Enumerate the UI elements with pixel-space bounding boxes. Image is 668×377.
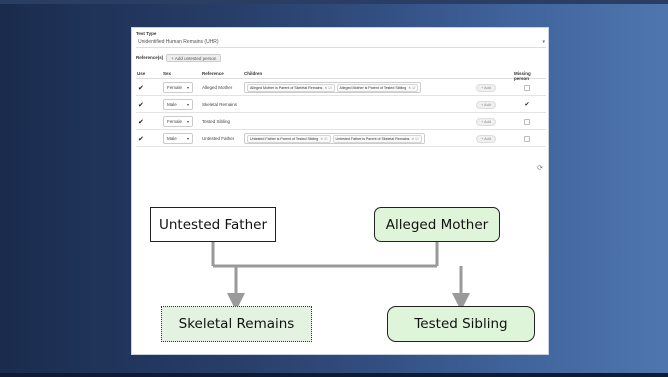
chevron-down-icon: ▾ <box>186 102 189 107</box>
table-row: ✔ Male ▾ Untested Father Untested Father… <box>136 130 546 147</box>
node-skeletal-remains[interactable]: Skeletal Remains <box>161 306 312 342</box>
chevron-down-icon: ▾ <box>186 136 189 141</box>
table-header: Use Sex Reference Children Missing perso… <box>136 70 546 81</box>
children-field[interactable]: Untested Father is Parent of Tested Sibl… <box>244 133 425 144</box>
table-row: ✔ Female ▾ Alleged Mother Alleged Mother… <box>136 79 546 96</box>
add-child-button[interactable]: + Add <box>476 83 496 92</box>
refresh-icon[interactable]: ⟳ <box>537 164 543 172</box>
reference-name: Skeletal Remains <box>202 102 238 107</box>
child-chip-label: Alleged Mother is Parent of Tested Sibli… <box>339 85 407 90</box>
missing-person-checkbox[interactable] <box>524 118 530 125</box>
references-label: Reference(s) <box>136 55 164 60</box>
add-child-button[interactable]: + Add <box>476 134 496 143</box>
sex-select[interactable]: Male ▾ <box>163 99 193 110</box>
table-row: ✔ Male ▾ Skeletal Remains + Add ✔ <box>136 96 546 113</box>
test-type-value: Unidentified Human Remains (UHR) <box>138 39 219 45</box>
add-untested-person-button[interactable]: + Add untested person <box>166 53 222 62</box>
child-chip[interactable]: Alleged Mother is Parent of Tested Sibli… <box>336 83 419 92</box>
add-child-button[interactable]: + Add <box>476 100 496 109</box>
missing-person-checkbox[interactable] <box>524 135 530 142</box>
sex-value: Female <box>167 85 183 90</box>
use-checkbox[interactable]: ✔ <box>138 101 144 109</box>
sex-select[interactable]: Female ▾ <box>163 116 193 127</box>
close-icon[interactable]: ✕ ☑ <box>320 137 327 141</box>
use-checkbox[interactable]: ✔ <box>138 135 144 143</box>
add-child-button[interactable]: + Add <box>476 117 496 126</box>
child-chip[interactable]: Untested Father is Parent of Tested Sibl… <box>247 134 331 143</box>
chevron-down-icon: ▾ <box>186 85 189 90</box>
use-checkbox[interactable]: ✔ <box>138 84 144 92</box>
child-chip[interactable]: Alleged Mother is Parent of Skeletal Rem… <box>247 83 335 92</box>
sex-value: Female <box>167 119 183 124</box>
reference-name: Untested Father <box>202 136 235 141</box>
sex-select[interactable]: Male ▾ <box>163 133 193 144</box>
references-row: Reference(s) + Add untested person <box>136 53 222 62</box>
sex-select[interactable]: Female ▾ <box>163 82 193 93</box>
references-table: Use Sex Reference Children Missing perso… <box>136 70 546 147</box>
child-chip-label: Untested Father is Parent of Tested Sibl… <box>250 136 319 141</box>
close-icon[interactable]: ✕ ☑ <box>408 86 415 90</box>
reference-name: Tested Sibling <box>202 119 231 124</box>
node-untested-father[interactable]: Untested Father <box>150 207 276 242</box>
chevron-down-icon: ▾ <box>186 119 189 124</box>
missing-person-checkbox[interactable] <box>524 84 530 91</box>
use-checkbox[interactable]: ✔ <box>138 118 144 126</box>
child-chip[interactable]: Untested Father is Parent of Skeletal Re… <box>332 134 422 143</box>
close-icon[interactable]: ✕ ☑ <box>411 137 418 141</box>
header-reference: Reference <box>202 71 224 76</box>
pedigree-diagram: Untested Father Alleged Mother Skeletal … <box>132 178 550 356</box>
header-sex: Sex <box>163 71 172 76</box>
children-field[interactable]: Alleged Mother is Parent of Skeletal Rem… <box>244 82 422 93</box>
test-type-select[interactable]: Unidentified Human Remains (UHR) ▾ <box>136 38 546 48</box>
header-use: Use <box>137 71 146 76</box>
child-chip-label: Untested Father is Parent of Skeletal Re… <box>335 136 410 141</box>
close-icon[interactable]: ✕ ☑ <box>324 86 331 90</box>
missing-person-checkbox[interactable]: ✔ <box>524 101 530 108</box>
reference-name: Alleged Mother <box>202 85 233 90</box>
child-chip-label: Alleged Mother is Parent of Skeletal Rem… <box>250 85 323 90</box>
node-alleged-mother[interactable]: Alleged Mother <box>374 207 500 242</box>
sex-value: Male <box>167 136 177 141</box>
header-children: Children <box>244 71 263 76</box>
table-row: ✔ Female ▾ Tested Sibling + Add <box>136 113 546 130</box>
pedigree-panel: Test Type Unidentified Human Remains (UH… <box>131 27 549 355</box>
test-type-label: Test Type <box>136 31 157 36</box>
sex-value: Male <box>167 102 177 107</box>
node-tested-sibling[interactable]: Tested Sibling <box>387 306 535 342</box>
chevron-down-icon: ▾ <box>542 39 545 45</box>
